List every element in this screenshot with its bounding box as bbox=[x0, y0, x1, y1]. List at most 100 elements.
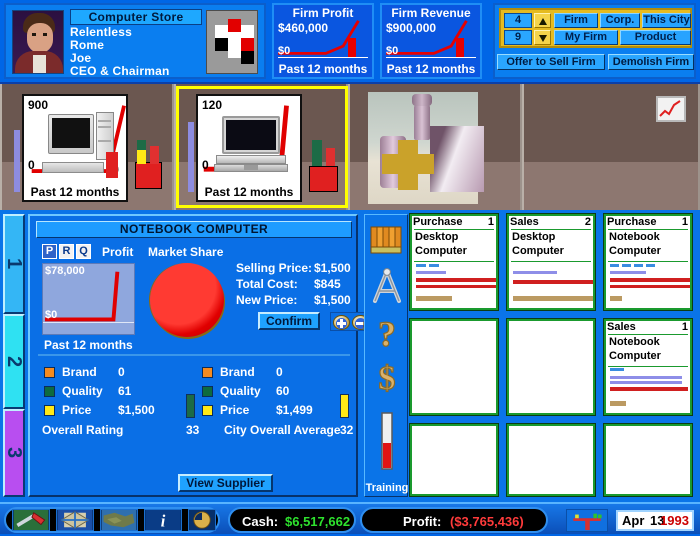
scope-corp-button[interactable]: Corp. bbox=[600, 13, 640, 28]
slot2-red-bar-c bbox=[326, 148, 335, 166]
overall-rating-label: Overall Rating bbox=[42, 423, 124, 437]
quality-swatch-icon bbox=[44, 386, 55, 397]
my-quality-value: 61 bbox=[118, 384, 132, 398]
profit-chart: $78,000 $0 bbox=[42, 263, 135, 335]
grid-card-8[interactable] bbox=[506, 423, 596, 497]
scope-bottom-number[interactable]: 9 bbox=[504, 30, 532, 45]
scope-top-number[interactable]: 4 bbox=[504, 13, 532, 28]
selling-price-value: $1,500 bbox=[314, 261, 351, 275]
showroom-product-card-1[interactable]: 900 0 Past 12 months bbox=[22, 94, 128, 202]
grid-card-6-line2: Computer bbox=[609, 350, 661, 362]
trend-chart-icon[interactable] bbox=[656, 96, 686, 122]
new-price-label: New Price: bbox=[236, 293, 298, 307]
scope-product-button[interactable]: Product bbox=[620, 30, 691, 45]
down-arrow-icon[interactable] bbox=[534, 30, 551, 45]
scope-my-firm-button[interactable]: My Firm bbox=[554, 30, 618, 45]
cash-value: $6,517,662 bbox=[285, 514, 351, 529]
tools-icon[interactable] bbox=[12, 509, 50, 531]
grid-card-7[interactable] bbox=[409, 423, 499, 497]
firm-revenue-bar bbox=[456, 38, 464, 57]
ceo-info-panel: Computer Store Relentless Rome Joe CEO &… bbox=[4, 3, 266, 79]
svg-text:?: ? bbox=[378, 314, 396, 353]
my-brand-label: Brand bbox=[62, 365, 97, 379]
showroom-slot-4[interactable] bbox=[522, 84, 700, 210]
my-price-value: $1,500 bbox=[118, 403, 155, 417]
prq-button-r[interactable]: R bbox=[59, 244, 74, 259]
grid-card-4[interactable] bbox=[409, 318, 499, 416]
seesaw-icon[interactable] bbox=[566, 509, 608, 532]
slot1-period-label: Past 12 months bbox=[30, 185, 120, 199]
top-header-bar: Computer Store Relentless Rome Joe CEO &… bbox=[0, 0, 700, 84]
up-arrow-icon[interactable] bbox=[534, 13, 551, 28]
notebook-computer-icon bbox=[214, 114, 292, 174]
showroom-slot-2[interactable]: 120 0 Past 12 months bbox=[174, 84, 348, 210]
grid-card-9[interactable] bbox=[603, 423, 693, 497]
slot2-period-label: Past 12 months bbox=[204, 185, 294, 199]
vertical-tab-1[interactable]: 1 bbox=[3, 214, 25, 314]
dollar-icon[interactable]: $ bbox=[365, 357, 409, 402]
ceo-avatar bbox=[12, 10, 64, 74]
showroom-slot-1[interactable]: 900 0 Past 12 months bbox=[0, 84, 174, 210]
scope-selector: 4 9 Firm Corp. This City My Firm Product bbox=[499, 8, 692, 48]
training-label: Training bbox=[365, 482, 409, 494]
firm-revenue-period: Past 12 months bbox=[386, 62, 476, 76]
compass-icon[interactable] bbox=[365, 267, 409, 310]
offer-to-sell-firm-button[interactable]: Offer to Sell Firm bbox=[497, 54, 605, 70]
grid-card-3-kind: Purchase bbox=[607, 216, 657, 228]
question-icon[interactable]: ? bbox=[365, 313, 409, 358]
firm-profit-baseline: $0 bbox=[278, 45, 291, 57]
grid-card-1[interactable]: Purchase 1 Desktop Computer bbox=[409, 213, 499, 311]
scope-firm-button[interactable]: Firm bbox=[554, 13, 598, 28]
ceo-details: Relentless Rome Joe CEO & Chairman bbox=[70, 26, 170, 78]
confirm-button[interactable]: Confirm bbox=[258, 312, 320, 330]
slot1-inner-bar bbox=[106, 152, 118, 178]
firm-name-title[interactable]: Computer Store bbox=[70, 9, 202, 25]
thermometer-icon[interactable] bbox=[365, 411, 409, 478]
grid-card-5[interactable] bbox=[506, 318, 596, 416]
prq-toggle-group: P R Q bbox=[42, 244, 93, 259]
profit-chart-top-value: $78,000 bbox=[45, 265, 85, 277]
firm-revenue-label: Firm Revenue bbox=[391, 6, 471, 20]
grid-card-2[interactable]: Sales 2 Desktop Computer bbox=[506, 213, 596, 311]
firm-revenue-panel[interactable]: Firm Revenue $900,000 $0 Past 12 months bbox=[380, 3, 482, 79]
price-info-block: Selling Price: $1,500 Total Cost: $845 New… bbox=[236, 260, 351, 308]
view-supplier-button[interactable]: View Supplier bbox=[178, 474, 273, 492]
books-icon[interactable] bbox=[365, 223, 409, 262]
date-display[interactable]: Apr 13 1993 bbox=[616, 510, 694, 531]
vertical-tab-3[interactable]: 3 bbox=[3, 409, 25, 497]
market-share-pie[interactable] bbox=[150, 263, 224, 337]
grid-card-3[interactable]: Purchase 1 Notebook Computer bbox=[603, 213, 693, 311]
showroom-product-card-2[interactable]: 120 0 Past 12 months bbox=[196, 94, 302, 202]
date-year: 1993 bbox=[660, 513, 689, 528]
demolish-firm-button[interactable]: Demolish Firm bbox=[608, 54, 694, 70]
total-cost-value: $845 bbox=[314, 277, 341, 291]
city-brand-value: 0 bbox=[276, 365, 283, 379]
grid-card-1-line1: Desktop bbox=[415, 231, 459, 243]
showroom-slot-3[interactable] bbox=[348, 84, 522, 210]
city-price-label: Price bbox=[220, 403, 250, 417]
firm-profit-panel[interactable]: Firm Profit $460,000 $0 Past 12 months bbox=[272, 3, 374, 79]
slot1-value-label: 900 bbox=[28, 98, 49, 112]
cash-label: Cash: bbox=[242, 514, 279, 529]
prq-button-q[interactable]: Q bbox=[76, 244, 91, 259]
info-icon[interactable]: i bbox=[144, 509, 182, 531]
grid-card-3-line1: Notebook bbox=[609, 231, 660, 243]
clock-icon[interactable] bbox=[188, 509, 216, 531]
panel-title: NOTEBOOK COMPUTER bbox=[36, 221, 352, 238]
capitalism-game-window: Computer Store Relentless Rome Joe CEO &… bbox=[0, 0, 700, 534]
vertical-tab-2[interactable]: 2 bbox=[3, 314, 25, 409]
grid-card-1-qty: 1 bbox=[487, 216, 494, 228]
increase-price-button[interactable] bbox=[333, 315, 350, 330]
firm-profit-label: Firm Profit bbox=[292, 6, 354, 20]
city-map-icon[interactable] bbox=[56, 509, 94, 531]
slot2-stock-block bbox=[309, 166, 338, 192]
scope-this-city-button[interactable]: This City bbox=[642, 13, 691, 28]
new-price-value: $1,500 bbox=[314, 293, 351, 307]
prq-button-p[interactable]: P bbox=[42, 244, 57, 259]
grid-card-6[interactable]: Sales 1 Notebook Computer bbox=[603, 318, 693, 416]
operations-grid: Purchase 1 Desktop Computer Sales 2 Desk… bbox=[409, 213, 696, 497]
my-product-attributes: Brand 0 Quality 61 Price $1,500 bbox=[44, 364, 194, 421]
selling-price-label: Selling Price: bbox=[236, 261, 313, 275]
world-map-icon[interactable] bbox=[100, 509, 138, 531]
my-quality-label: Quality bbox=[62, 384, 103, 398]
